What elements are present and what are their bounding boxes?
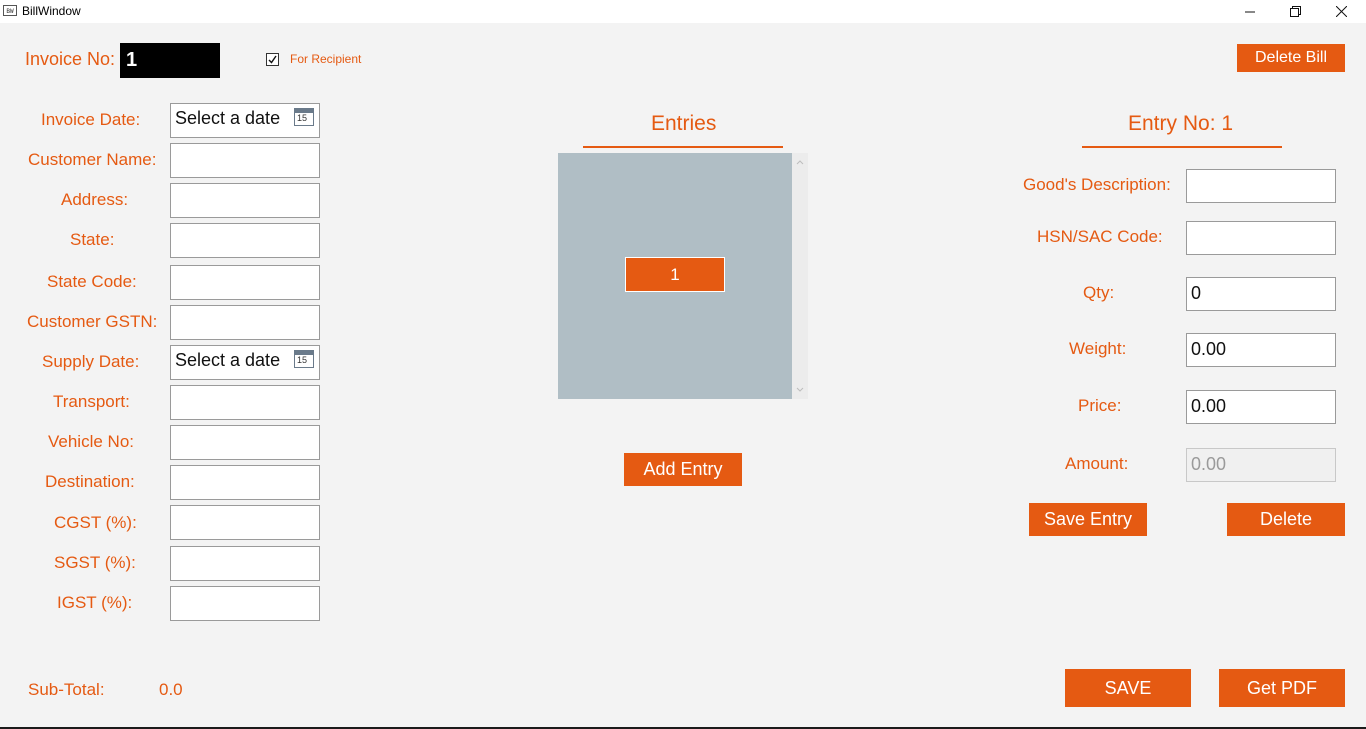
close-icon (1335, 6, 1347, 17)
state-field[interactable] (170, 223, 320, 258)
entry-no-heading: Entry No: 1 (1128, 112, 1234, 135)
sgst-field[interactable] (170, 546, 320, 581)
scroll-down-icon (796, 387, 804, 392)
sgst-label: SGST (%): (54, 553, 136, 572)
entries-underline (583, 146, 783, 148)
checkmark-icon (268, 55, 277, 64)
qty-field[interactable]: 0 (1186, 277, 1336, 311)
entry-no-underline (1082, 146, 1282, 148)
customer-name-field[interactable] (170, 143, 320, 178)
weight-label: Weight: (1069, 339, 1127, 358)
destination-field[interactable] (170, 465, 320, 500)
restore-button[interactable] (1272, 0, 1318, 23)
cgst-label: CGST (%): (54, 513, 137, 532)
entries-heading: Entries (651, 112, 717, 135)
price-label: Price: (1078, 396, 1122, 415)
calendar-day: 15 (297, 113, 308, 123)
delete-entry-button[interactable]: Delete (1227, 503, 1345, 536)
entries-scrollbar[interactable] (792, 153, 808, 399)
invoice-date-picker[interactable]: Select a date 15 (170, 103, 320, 138)
save-entry-button[interactable]: Save Entry (1029, 503, 1147, 536)
invoice-no-label: Invoice No: (25, 49, 116, 69)
customer-name-label: Customer Name: (28, 150, 157, 169)
get-pdf-button[interactable]: Get PDF (1219, 669, 1345, 707)
supply-date-picker[interactable]: Select a date 15 (170, 345, 320, 380)
vehicle-no-field[interactable] (170, 425, 320, 460)
igst-field[interactable] (170, 586, 320, 621)
invoice-date-label: Invoice Date: (41, 110, 141, 129)
igst-label: IGST (%): (57, 593, 133, 612)
transport-label: Transport: (53, 392, 130, 411)
invoice-date-placeholder: Select a date (175, 108, 281, 128)
description-field[interactable] (1186, 169, 1336, 203)
calendar-icon[interactable]: 15 (294, 108, 314, 126)
subtotal-value: 0.0 (159, 680, 183, 699)
app-icon: BW (3, 5, 17, 16)
destination-label: Destination: (45, 472, 135, 491)
entry-item-1[interactable]: 1 (625, 257, 725, 292)
window-title: BillWindow (22, 4, 81, 18)
subtotal-label: Sub-Total: (28, 680, 105, 699)
description-label: Good's Description: (1023, 175, 1171, 194)
for-recipient-checkbox[interactable] (266, 53, 279, 66)
supply-date-label: Supply Date: (42, 352, 140, 371)
state-label: State: (70, 230, 115, 249)
weight-field[interactable]: 0.00 (1186, 333, 1336, 367)
transport-field[interactable] (170, 385, 320, 420)
invoice-no-field[interactable]: 1 (120, 43, 220, 78)
calendar-icon[interactable]: 15 (294, 350, 314, 368)
title-bar: BW BillWindow (0, 0, 1366, 23)
hsn-label: HSN/SAC Code: (1037, 227, 1163, 246)
calendar-day: 15 (297, 355, 308, 365)
vehicle-no-label: Vehicle No: (48, 432, 134, 451)
add-entry-button[interactable]: Add Entry (624, 453, 742, 486)
customer-gstn-field[interactable] (170, 305, 320, 340)
amount-field: 0.00 (1186, 448, 1336, 482)
address-field[interactable] (170, 183, 320, 218)
entries-list[interactable]: 1 (558, 153, 792, 399)
delete-bill-button[interactable]: Delete Bill (1237, 44, 1345, 72)
customer-gstn-label: Customer GSTN: (27, 312, 158, 331)
state-code-label: State Code: (47, 272, 137, 291)
minimize-icon (1245, 11, 1255, 12)
cgst-field[interactable] (170, 505, 320, 540)
amount-label: Amount: (1065, 454, 1129, 473)
for-recipient-label: For Recipient (290, 52, 362, 66)
save-button[interactable]: SAVE (1065, 669, 1191, 707)
minimize-button[interactable] (1227, 0, 1273, 23)
qty-label: Qty: (1083, 283, 1115, 302)
address-label: Address: (61, 190, 129, 209)
hsn-field[interactable] (1186, 221, 1336, 255)
scroll-up-icon (796, 160, 804, 165)
price-field[interactable]: 0.00 (1186, 390, 1336, 424)
supply-date-placeholder: Select a date (175, 350, 281, 370)
restore-icon (1289, 6, 1301, 17)
state-code-field[interactable] (170, 265, 320, 300)
close-button[interactable] (1318, 0, 1364, 23)
